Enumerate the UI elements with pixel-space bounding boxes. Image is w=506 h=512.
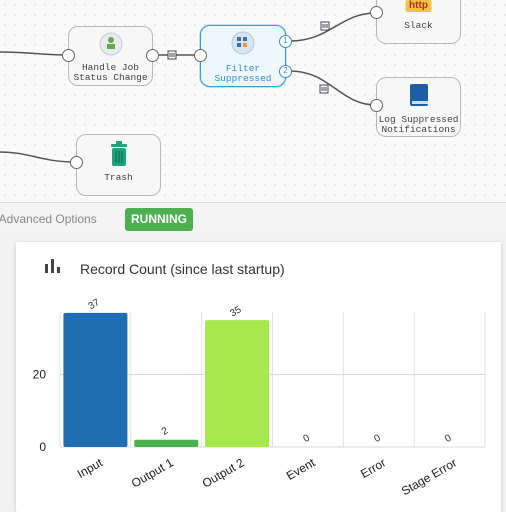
x-tick-label: Error <box>358 455 388 480</box>
node-slack-label: Slack <box>404 20 433 31</box>
book-icon <box>409 84 428 106</box>
data-preview-icon[interactable] <box>320 21 330 31</box>
y-tick-label: 20 <box>33 368 47 382</box>
x-tick-label: Output 1 <box>129 455 176 490</box>
data-label: 37 <box>87 297 103 312</box>
x-tick-label: Output 2 <box>200 455 247 490</box>
groovy-icon <box>99 32 122 56</box>
node-handle-job-line2: Status Change <box>73 72 148 83</box>
record-count-chart: 0 20 37 Input 2 Output 1 35 Output 2 0 Event 0 Erro… <box>33 297 486 498</box>
http-icon: http <box>405 0 432 12</box>
stream-selector-icon <box>231 31 255 55</box>
node-filter-line2: Suppressed <box>214 73 272 84</box>
node-log-suppressed-notifications[interactable]: Log Suppressed Notifications <box>376 77 461 137</box>
bar-output-1 <box>134 439 199 447</box>
pipeline-canvas[interactable]: Handle Job Status Change Filter Suppress… <box>0 0 506 202</box>
status-badge: RUNNING <box>125 208 193 231</box>
data-label: 0 <box>443 432 454 445</box>
x-tick-label: Input <box>75 455 106 481</box>
input-port[interactable] <box>62 49 75 62</box>
input-port[interactable] <box>70 156 83 169</box>
node-trash-label: Trash <box>104 172 133 183</box>
output-port-2[interactable]: 2 <box>279 65 292 78</box>
input-port[interactable] <box>370 99 383 112</box>
node-slack[interactable]: http Slack <box>376 0 461 44</box>
x-tick-label: Event <box>284 455 318 483</box>
node-log-line2: Notifications <box>381 124 456 135</box>
status-bar: v Advanced Options RUNNING <box>0 202 506 232</box>
bar-input <box>63 312 128 447</box>
data-label: 2 <box>160 425 171 438</box>
output-port[interactable] <box>146 49 159 62</box>
data-label: 0 <box>302 432 313 445</box>
data-preview-icon[interactable] <box>167 50 177 60</box>
node-handle-job-status-change[interactable]: Handle Job Status Change <box>68 26 153 86</box>
advanced-options-toggle[interactable]: v Advanced Options <box>0 212 97 226</box>
node-trash[interactable]: Trash <box>76 134 161 196</box>
y-tick-label: 0 <box>39 440 46 454</box>
data-label: 0 <box>372 432 383 445</box>
input-port[interactable] <box>194 49 207 62</box>
data-label: 35 <box>228 304 244 319</box>
input-port[interactable] <box>370 6 383 19</box>
node-filter-suppressed[interactable]: Filter Suppressed <box>200 25 286 87</box>
bar-output-2 <box>205 320 270 447</box>
trash-icon <box>110 141 127 166</box>
data-preview-icon[interactable] <box>319 84 329 94</box>
output-port-1[interactable]: 1 <box>279 35 292 48</box>
x-tick-label: Stage Error <box>399 455 459 498</box>
